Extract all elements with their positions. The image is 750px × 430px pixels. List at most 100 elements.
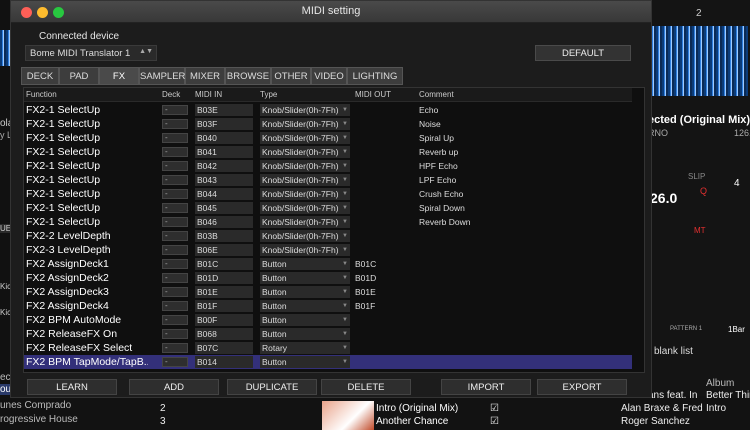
header-deck[interactable]: Deck xyxy=(162,90,180,99)
type-select[interactable]: Knob/Slider(0h-7Fh) ▼ xyxy=(260,188,350,200)
import-button[interactable]: IMPORT xyxy=(441,379,531,395)
tab-fx[interactable]: FX xyxy=(99,67,139,85)
type-select[interactable]: Knob/Slider(0h-7Fh) ▼ xyxy=(260,160,350,172)
midi-out-cell[interactable] xyxy=(355,355,413,369)
midi-in-cell[interactable]: B046 xyxy=(195,216,253,228)
comment-cell[interactable] xyxy=(419,271,619,285)
checkbox-icon[interactable]: ☑ xyxy=(490,403,499,414)
midi-out-cell[interactable]: B01D xyxy=(355,271,413,285)
table-row[interactable]: FX2 BPM AutoMode - B00F Button ▼ xyxy=(24,313,632,327)
duplicate-button[interactable]: DUPLICATE xyxy=(227,379,317,395)
deck-select[interactable]: - xyxy=(162,189,188,199)
midi-in-cell[interactable]: B041 xyxy=(195,146,253,158)
deck-select[interactable]: - xyxy=(162,105,188,115)
table-row[interactable]: FX2-1 SelectUp - B040 Knob/Slider(0h-7Fh) ▼ S… xyxy=(24,131,632,145)
table-row[interactable]: FX2 AssignDeck3- B01E Button ▼ B01E xyxy=(24,285,632,299)
comment-cell[interactable]: Reverb up xyxy=(419,145,619,159)
type-select[interactable]: Knob/Slider(0h-7Fh) ▼ xyxy=(260,104,350,116)
deck-select[interactable]: - xyxy=(162,259,188,269)
type-select[interactable]: Button ▼ xyxy=(260,328,350,340)
table-row[interactable]: FX2-1 SelectUp - B046 Knob/Slider(0h-7Fh) ▼ R… xyxy=(24,215,632,229)
tab-video[interactable]: VIDEO xyxy=(311,67,347,85)
deck-select[interactable]: - xyxy=(162,147,188,157)
midi-in-cell[interactable]: B042 xyxy=(195,160,253,172)
deck-select[interactable]: - xyxy=(162,329,188,339)
midi-out-cell[interactable]: B01C xyxy=(355,257,413,271)
midi-in-cell[interactable]: B044 xyxy=(195,188,253,200)
midi-in-cell[interactable]: B068 xyxy=(195,328,253,340)
comment-cell[interactable] xyxy=(419,355,619,369)
tab-browse[interactable]: BROWSE xyxy=(225,67,271,85)
midi-in-cell[interactable]: B01F xyxy=(195,300,253,312)
vertical-scrollbar[interactable]: ▲ ▼ xyxy=(644,102,645,373)
add-button[interactable]: ADD xyxy=(129,379,219,395)
midi-out-cell[interactable] xyxy=(355,159,413,173)
type-select[interactable]: Button ▼ xyxy=(260,300,350,312)
midi-in-cell[interactable]: B043 xyxy=(195,174,253,186)
tab-lighting[interactable]: LIGHTING xyxy=(347,67,403,85)
deck-select[interactable]: - xyxy=(162,119,188,129)
midi-in-cell[interactable]: B06E xyxy=(195,244,253,256)
type-select[interactable]: Rotary ▼ xyxy=(260,342,350,354)
type-select[interactable]: Knob/Slider(0h-7Fh) ▼ xyxy=(260,216,350,228)
learn-button[interactable]: LEARN xyxy=(27,379,117,395)
export-button[interactable]: EXPORT xyxy=(537,379,627,395)
comment-cell[interactable] xyxy=(419,229,619,243)
tab-other[interactable]: OTHER xyxy=(271,67,311,85)
midi-in-cell[interactable]: B01E xyxy=(195,286,253,298)
type-select[interactable]: Knob/Slider(0h-7Fh) ▼ xyxy=(260,244,350,256)
tab-sampler[interactable]: SAMPLER xyxy=(139,67,185,85)
header-midi-out[interactable]: MIDI OUT xyxy=(355,90,391,99)
midi-out-cell[interactable]: B01E xyxy=(355,285,413,299)
deck-select[interactable]: - xyxy=(162,175,188,185)
table-row[interactable]: FX2-1 SelectUp - B043 Knob/Slider(0h-7Fh) ▼ L… xyxy=(24,173,632,187)
midi-out-cell[interactable] xyxy=(355,145,413,159)
table-row[interactable]: FX2 ReleaseFX On - B068 Button ▼ xyxy=(24,327,632,341)
deck-select[interactable]: - xyxy=(162,315,188,325)
comment-cell[interactable]: HPF Echo xyxy=(419,159,619,173)
deck-select[interactable]: - xyxy=(162,273,188,283)
comment-cell[interactable]: Crush Echo xyxy=(419,187,619,201)
header-comment[interactable]: Comment xyxy=(419,90,454,99)
midi-in-cell[interactable]: B00F xyxy=(195,314,253,326)
midi-out-cell[interactable] xyxy=(355,187,413,201)
deck-select[interactable]: - xyxy=(162,357,188,367)
type-select[interactable]: Button ▼ xyxy=(260,314,350,326)
table-row[interactable]: FX2-2 LevelDepth - B03B Knob/Slider(0h-7Fh)… xyxy=(24,229,632,243)
table-row[interactable]: FX2-1 SelectUp - B044 Knob/Slider(0h-7Fh) ▼ C… xyxy=(24,187,632,201)
table-row[interactable]: FX2 AssignDeck2- B01D Button ▼ B01D xyxy=(24,271,632,285)
type-select[interactable]: Knob/Slider(0h-7Fh) ▼ xyxy=(260,202,350,214)
midi-out-cell[interactable] xyxy=(355,215,413,229)
midi-out-cell[interactable] xyxy=(355,327,413,341)
comment-cell[interactable] xyxy=(419,299,619,313)
comment-cell[interactable]: LPF Echo xyxy=(419,173,619,187)
type-select[interactable]: Button ▼ xyxy=(260,272,350,284)
comment-cell[interactable]: Spiral Down xyxy=(419,201,619,215)
type-select[interactable]: Button ▼ xyxy=(260,286,350,298)
deck-select[interactable]: - xyxy=(162,245,188,255)
type-select[interactable]: Button ▼ xyxy=(260,356,350,368)
deck-select[interactable]: - xyxy=(162,217,188,227)
deck-select[interactable]: - xyxy=(162,287,188,297)
midi-in-cell[interactable]: B03F xyxy=(195,118,253,130)
table-row[interactable]: FX2-1 SelectUp - B045 Knob/Slider(0h-7Fh) ▼ S… xyxy=(24,201,632,215)
type-select[interactable]: Knob/Slider(0h-7Fh) ▼ xyxy=(260,118,350,130)
deck-select[interactable]: - xyxy=(162,343,188,353)
type-select[interactable]: Knob/Slider(0h-7Fh) ▼ xyxy=(260,230,350,242)
tab-mixer[interactable]: MIXER xyxy=(185,67,225,85)
header-type[interactable]: Type xyxy=(260,90,277,99)
deck-select[interactable]: - xyxy=(162,133,188,143)
bg-track-row-1[interactable]: 3 Another Chance ☑ Roger Sanchez xyxy=(118,416,750,430)
midi-out-cell[interactable] xyxy=(355,103,413,117)
midi-in-cell[interactable]: B07C xyxy=(195,342,253,354)
checkbox-icon[interactable]: ☑ xyxy=(490,416,499,427)
header-midi-in[interactable]: MIDI IN xyxy=(195,90,222,99)
deck-select[interactable]: - xyxy=(162,203,188,213)
midi-out-cell[interactable] xyxy=(355,229,413,243)
table-row[interactable]: FX2 AssignDeck4- B01F Button ▼ B01F xyxy=(24,299,632,313)
bg-track-row-0[interactable]: 2 Intro (Original Mix) ☑ Alan Braxe & Fr… xyxy=(118,403,750,417)
table-row[interactable]: FX2-3 LevelDepth - B06E Knob/Slider(0h-7Fh)… xyxy=(24,243,632,257)
midi-out-cell[interactable] xyxy=(355,131,413,145)
midi-out-cell[interactable] xyxy=(355,117,413,131)
comment-cell[interactable] xyxy=(419,285,619,299)
